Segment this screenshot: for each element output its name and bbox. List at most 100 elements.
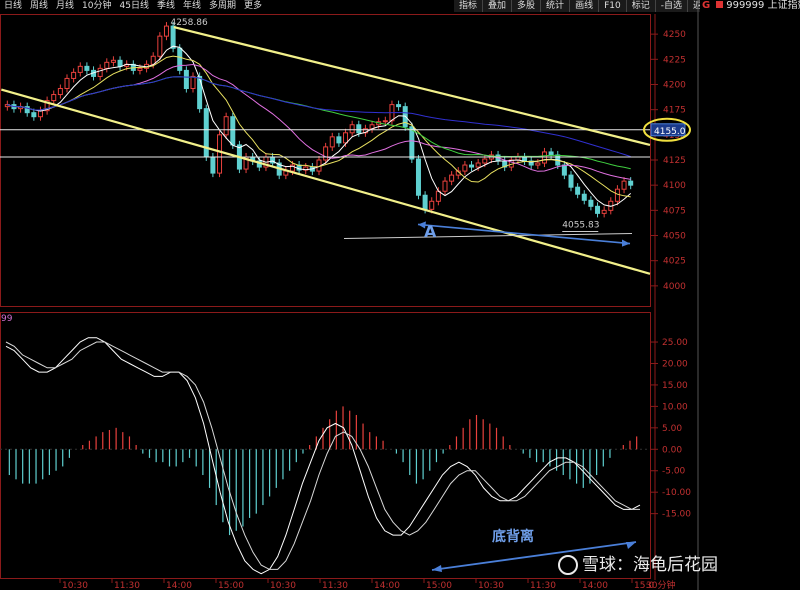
time-tick-label: 14:00 bbox=[374, 581, 400, 590]
candle-body bbox=[588, 199, 594, 207]
candle-body bbox=[329, 136, 335, 148]
price-tick-label: 4250 bbox=[663, 30, 686, 40]
time-axis-unit: 30分钟 bbox=[646, 579, 675, 590]
candle-body bbox=[356, 124, 362, 134]
chart-canvas: 4000402540504075410041254150417542004225… bbox=[0, 0, 699, 590]
price-tick-label: 4100 bbox=[663, 181, 686, 191]
candle-body bbox=[71, 71, 77, 79]
candle-body bbox=[548, 151, 554, 156]
candle-body bbox=[349, 124, 355, 134]
candle-body bbox=[170, 25, 176, 49]
candle-body bbox=[435, 190, 441, 202]
candle-body bbox=[561, 164, 567, 176]
candle-body bbox=[396, 104, 402, 108]
channel-line bbox=[1, 88, 651, 275]
candle-body bbox=[223, 116, 229, 136]
candle-body bbox=[110, 59, 116, 63]
candle-body bbox=[522, 156, 528, 162]
candle-body bbox=[449, 174, 455, 182]
price-tick-label: 4050 bbox=[663, 232, 686, 242]
macd-tick-label: -5.00 bbox=[662, 467, 686, 477]
candle-body bbox=[210, 156, 216, 174]
macd-tick-label: 10.00 bbox=[662, 402, 688, 412]
macd-dea-line bbox=[5, 341, 640, 570]
candle-body bbox=[601, 209, 607, 214]
candle-body bbox=[217, 134, 223, 174]
time-tick-label: 11:30 bbox=[530, 581, 556, 590]
macd-tick-label: 0.00 bbox=[662, 445, 682, 455]
candle-body bbox=[535, 162, 541, 166]
snowball-logo-icon bbox=[558, 555, 578, 575]
candle-body bbox=[575, 186, 581, 195]
candle-body bbox=[595, 205, 601, 214]
candle-body bbox=[117, 59, 123, 67]
candle-body bbox=[77, 65, 83, 73]
price-tick-label: 4225 bbox=[663, 55, 686, 65]
price-tick-label: 4075 bbox=[663, 206, 686, 216]
candle-body bbox=[581, 193, 587, 201]
candle-body bbox=[415, 158, 421, 196]
candle-body bbox=[382, 120, 388, 123]
macd-panel-frame bbox=[0, 312, 651, 579]
candle-body bbox=[429, 200, 435, 210]
time-tick-label: 11:30 bbox=[322, 581, 348, 590]
candle-body bbox=[190, 75, 196, 90]
support-line bbox=[343, 233, 633, 240]
time-tick-label: 15:00 bbox=[218, 581, 244, 590]
price-tick-label: 4025 bbox=[663, 257, 686, 267]
macd-tick-label: 5.00 bbox=[662, 424, 682, 434]
candle-body bbox=[628, 180, 634, 186]
candle-body bbox=[57, 88, 63, 96]
macd-dif-line bbox=[5, 337, 641, 575]
macd-tick-label: -15.00 bbox=[662, 510, 691, 520]
high-value-label: 4258.86 bbox=[170, 18, 207, 28]
price-tick-label: 4200 bbox=[663, 80, 686, 90]
price-marker-label: 4155.0 bbox=[654, 127, 686, 137]
candle-body bbox=[343, 132, 349, 144]
candle-body bbox=[177, 47, 183, 71]
candle-body bbox=[183, 69, 189, 90]
candle-body bbox=[442, 180, 448, 192]
candle-body bbox=[541, 151, 547, 164]
candle-body bbox=[157, 35, 163, 57]
macd-tick-label: 20.00 bbox=[662, 359, 688, 369]
time-tick-label: 11:30 bbox=[114, 581, 140, 590]
macd-tick-label: -10.00 bbox=[662, 488, 691, 498]
divergence-label: 底背离 bbox=[492, 529, 534, 545]
candle-body bbox=[197, 75, 203, 110]
candle-body bbox=[230, 116, 236, 146]
macd-tick-label: 25.00 bbox=[662, 338, 688, 348]
candle-body bbox=[97, 67, 103, 77]
price-tick-label: 4125 bbox=[663, 156, 686, 166]
candle-body bbox=[336, 136, 342, 144]
candle-body bbox=[462, 164, 468, 172]
candle-body bbox=[409, 126, 415, 160]
moving-average-line bbox=[7, 55, 631, 198]
time-tick-label: 10:30 bbox=[478, 581, 504, 590]
candle-body bbox=[104, 61, 110, 69]
candle-body bbox=[31, 112, 37, 118]
candle-body bbox=[469, 164, 475, 168]
candle-body bbox=[51, 94, 57, 102]
candle-body bbox=[323, 146, 329, 161]
point-a-label: A bbox=[424, 222, 437, 241]
time-tick-label: 14:00 bbox=[582, 581, 608, 590]
candle-body bbox=[163, 25, 169, 37]
candle-body bbox=[203, 108, 209, 158]
price-tick-label: 4175 bbox=[663, 106, 686, 116]
candle-body bbox=[422, 194, 428, 210]
divergence-arrow-head bbox=[626, 542, 636, 549]
time-tick-label: 10:30 bbox=[62, 581, 88, 590]
candle-body bbox=[475, 162, 481, 168]
price-tick-label: 4000 bbox=[663, 282, 686, 292]
candle-body bbox=[64, 77, 70, 90]
time-tick-label: 14:00 bbox=[166, 581, 192, 590]
time-tick-label: 15:00 bbox=[426, 581, 452, 590]
candle-body bbox=[482, 158, 488, 164]
moving-average-line bbox=[7, 45, 632, 207]
time-tick-label: 10:30 bbox=[270, 581, 296, 590]
moving-average-line bbox=[7, 76, 631, 170]
divergence-arrow-head bbox=[432, 565, 442, 572]
candle-body bbox=[137, 67, 143, 71]
watermark: 雪球：海龟后花园 bbox=[558, 550, 718, 575]
